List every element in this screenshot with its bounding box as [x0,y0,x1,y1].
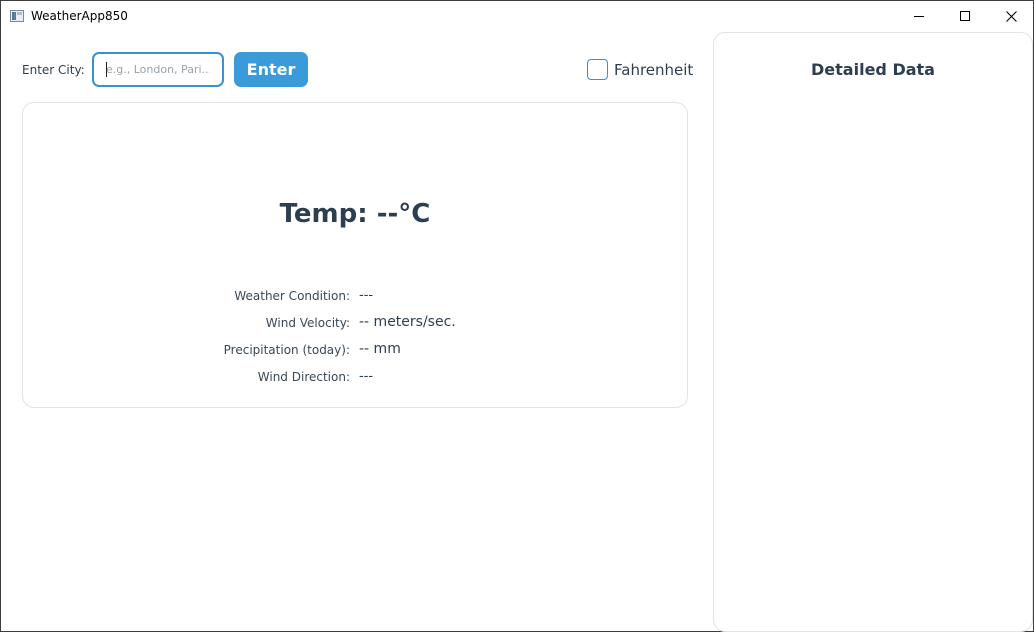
detail-label: Precipitation (today): [223,343,350,357]
detail-row-wind-velocity: Wind Velocity: -- meters/sec. [23,314,687,334]
city-input[interactable] [92,52,224,87]
enter-button[interactable]: Enter [234,52,308,87]
detail-label: Weather Condition: [234,289,350,303]
detail-label: Wind Velocity: [265,316,350,330]
fahrenheit-label[interactable]: Fahrenheit [614,61,693,79]
detail-value: -- mm [359,341,401,357]
minimize-button[interactable] [896,1,942,31]
fahrenheit-checkbox[interactable] [587,59,608,80]
app-icon [10,10,24,22]
temperature-display: Temp: --°C [279,199,431,229]
detail-row-precipitation: Precipitation (today): -- mm [23,341,687,361]
detail-value: -- meters/sec. [359,314,456,330]
detail-label: Wind Direction: [257,370,350,384]
app-window: WeatherApp850 Enter City: Enter Fahrenhe… [0,0,1034,632]
window-title: WeatherApp850 [31,9,128,23]
detail-value: --- [359,369,374,384]
detail-row-wind-direction: Wind Direction: --- [23,368,687,388]
minimize-icon [914,15,924,17]
weather-card: Temp: --°C Weather Condition: --- Wind V… [22,102,688,408]
detail-row-weather-condition: Weather Condition: --- [23,287,687,307]
title-bar: WeatherApp850 [1,1,1033,31]
maximize-button[interactable] [942,1,988,31]
close-icon [1005,10,1017,22]
detail-value: --- [359,288,374,303]
text-caret [106,62,107,77]
detailed-data-title: Detailed Data [811,60,935,79]
city-label: Enter City: [22,63,85,77]
detailed-data-panel: Detailed Data [713,32,1033,632]
close-button[interactable] [988,1,1034,31]
maximize-icon [960,11,970,21]
